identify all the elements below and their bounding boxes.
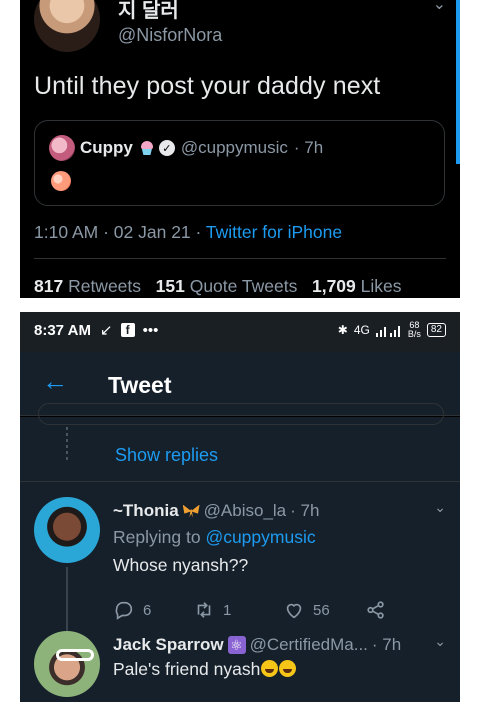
sunglasses-icon (56, 649, 94, 661)
atom-icon: ⚛ (227, 636, 246, 654)
tweet-stats: 817 Retweets 151 Quote Tweets 1,709 Like… (34, 276, 402, 297)
avatar[interactable] (34, 497, 100, 563)
laughing-emoji-icon (279, 660, 297, 677)
replying-to: Replying to @cuppymusic (113, 527, 316, 547)
top-screenshot: 지 달러 @NisforNora ⌄ Until they post your … (20, 0, 460, 298)
retweet-icon (197, 602, 211, 618)
divider (34, 258, 446, 259)
signal-icon (375, 326, 400, 337)
quoted-author-avatar (49, 135, 75, 161)
reply-author-name[interactable]: Jack Sparrow (113, 635, 224, 655)
quoted-author-handle: @cuppymusic (180, 138, 288, 157)
tweet-time: 1:10 AM (34, 222, 99, 242)
comment-icon (115, 601, 133, 620)
quoted-tweet-time: · 7h (293, 138, 324, 157)
cupcake-icon (139, 141, 153, 155)
reply-author-name[interactable]: ~Thonia (113, 501, 179, 521)
chevron-down-icon[interactable]: ⌄ (434, 633, 446, 650)
network-speed: 68 B/s (407, 320, 421, 339)
verified-badge-icon: ✓ (158, 140, 175, 156)
tweet-client-link[interactable]: Twitter for iPhone (206, 222, 342, 242)
status-right-icons: ✱ 4G 68 B/s 82 (338, 321, 446, 339)
reply-author-handle[interactable]: @Abiso_la (204, 501, 286, 521)
reply-list[interactable]: Show replies ~Thonia @Abiso_la · 7h ⌄ Re… (20, 403, 460, 702)
tweet-date: · 02 Jan 21 · (103, 222, 202, 242)
retweets-stat[interactable]: 817 Retweets (34, 276, 141, 296)
like-button[interactable]: 56 (283, 599, 365, 621)
chevron-down-icon[interactable]: ⌄ (433, 0, 446, 14)
quoted-author-name: Cuppy (80, 138, 133, 157)
author-name[interactable]: 지 달러 (118, 0, 179, 23)
quoted-tweet-header: Cuppy ✓ @cuppymusic · 7h (80, 138, 323, 158)
avatar[interactable] (34, 631, 100, 697)
thread-connector (66, 427, 68, 461)
battery-indicator: 82 (426, 323, 446, 337)
reply-time: · 7h (290, 501, 320, 520)
chevron-down-icon[interactable]: ⌄ (434, 499, 446, 516)
author-avatar[interactable] (34, 0, 100, 52)
page-title: Tweet (108, 372, 172, 398)
share-button[interactable] (365, 599, 387, 621)
previous-card-edge (38, 403, 444, 425)
like-count: 56 (313, 601, 330, 619)
status-left-icons: ↙ f ••• (100, 321, 159, 340)
status-bar: 8:37 AM ↙ f ••• ✱ 4G 68 B/s 82 (20, 312, 460, 352)
reply-count: 6 (143, 601, 152, 619)
quoted-tweet-card[interactable]: Cuppy ✓ @cuppymusic · 7h (34, 120, 445, 206)
heart-icon (286, 603, 302, 619)
author-handle[interactable]: @NisforNora (118, 25, 222, 46)
reply-text: Pale's friend nyash (113, 659, 297, 680)
bottom-screenshot: 8:37 AM ↙ f ••• ✱ 4G 68 B/s 82 ← Tweet S… (20, 312, 460, 702)
reply-button[interactable]: 6 (113, 599, 193, 621)
more-dots-icon: ••• (142, 321, 159, 339)
thread-connector (66, 567, 68, 635)
peach-emoji-icon (51, 171, 71, 191)
facebook-icon: f (120, 323, 135, 337)
reply-header: Jack Sparrow ⚛ @CertifiedMa... · 7h (113, 635, 401, 655)
replying-to-link[interactable]: @cuppymusic (205, 527, 315, 547)
reply-author-handle[interactable]: @CertifiedMa... (250, 635, 368, 655)
network-type: 4G (353, 323, 370, 337)
reply-actions: 6 1 56 (113, 599, 387, 621)
quote-tweets-stat[interactable]: 151 Quote Tweets (156, 276, 298, 296)
retweet-count: 1 (223, 601, 232, 619)
scrollbar[interactable] (456, 0, 460, 164)
retweet-button[interactable]: 1 (193, 599, 283, 621)
reply-time: · 7h (371, 635, 402, 654)
laughing-emoji-icon (261, 660, 279, 677)
missed-call-icon: ↙ (100, 322, 113, 339)
tweet-meta: 1:10 AM · 02 Jan 21 · Twitter for iPhone (34, 222, 342, 243)
tweet-text: Until they post your daddy next (34, 72, 381, 100)
butterfly-icon (182, 504, 200, 518)
divider (20, 481, 460, 482)
status-time: 8:37 AM (34, 322, 91, 339)
reply-text: Whose nyansh?? (113, 555, 249, 575)
reply-header: ~Thonia @Abiso_la · 7h (113, 501, 319, 521)
bluetooth-icon: ✱ (337, 323, 348, 337)
back-arrow-icon[interactable]: ← (42, 366, 68, 397)
show-replies-link[interactable]: Show replies (115, 445, 218, 466)
likes-stat[interactable]: 1,709 Likes (312, 276, 402, 296)
share-icon (367, 601, 384, 619)
